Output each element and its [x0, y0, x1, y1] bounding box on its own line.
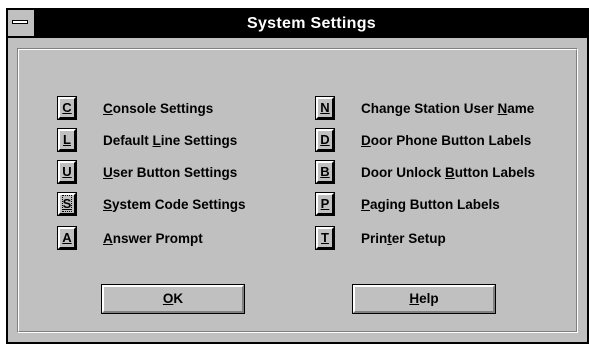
help-button[interactable]: Help — [352, 284, 496, 314]
paging-button-labels-label[interactable]: Paging Button Labels — [361, 197, 500, 212]
window-title: System Settings — [247, 15, 376, 32]
change-station-user-name-item[interactable]: N Change Station User Name — [315, 96, 534, 120]
printer-setup-item[interactable]: T Printer Setup — [315, 226, 446, 250]
ok-button[interactable]: OK — [101, 284, 245, 314]
printer-setup-key-button[interactable]: T — [315, 226, 335, 250]
title-bar[interactable]: System Settings — [8, 10, 587, 38]
default-line-settings-label[interactable]: Default Line Settings — [103, 133, 237, 148]
default-line-settings-item[interactable]: L Default Line Settings — [57, 128, 237, 152]
change-station-user-name-key-button[interactable]: N — [315, 96, 335, 120]
system-code-settings-label[interactable]: System Code Settings — [103, 197, 246, 212]
system-code-settings-key-button[interactable]: S — [57, 192, 77, 216]
console-settings-key-button[interactable]: C — [57, 96, 77, 120]
door-unlock-button-labels-key-button[interactable]: B — [315, 160, 335, 184]
system-code-settings-item[interactable]: S System Code Settings — [57, 192, 246, 216]
answer-prompt-label[interactable]: Answer Prompt — [103, 231, 203, 246]
console-settings-label[interactable]: Console Settings — [103, 101, 213, 116]
paging-button-labels-key-button[interactable]: P — [315, 192, 335, 216]
answer-prompt-item[interactable]: A Answer Prompt — [57, 226, 203, 250]
console-settings-item[interactable]: C Console Settings — [57, 96, 213, 120]
door-unlock-button-labels-label[interactable]: Door Unlock Button Labels — [361, 165, 535, 180]
printer-setup-label[interactable]: Printer Setup — [361, 231, 446, 246]
settings-panel: C Console Settings L Default Line Settin… — [17, 48, 578, 333]
system-settings-dialog: System Settings C Console Settings L Def… — [6, 8, 589, 344]
system-menu-dash — [12, 20, 28, 24]
door-phone-button-labels-key-button[interactable]: D — [315, 128, 335, 152]
paging-button-labels-item[interactable]: P Paging Button Labels — [315, 192, 500, 216]
user-button-settings-key-button[interactable]: U — [57, 160, 77, 184]
system-menu-icon[interactable] — [8, 10, 36, 38]
door-phone-button-labels-label[interactable]: Door Phone Button Labels — [361, 133, 531, 148]
door-phone-button-labels-item[interactable]: D Door Phone Button Labels — [315, 128, 531, 152]
user-button-settings-item[interactable]: U User Button Settings — [57, 160, 237, 184]
user-button-settings-label[interactable]: User Button Settings — [103, 165, 237, 180]
door-unlock-button-labels-item[interactable]: B Door Unlock Button Labels — [315, 160, 535, 184]
change-station-user-name-label[interactable]: Change Station User Name — [361, 101, 534, 116]
answer-prompt-key-button[interactable]: A — [57, 226, 77, 250]
default-line-settings-key-button[interactable]: L — [57, 128, 77, 152]
